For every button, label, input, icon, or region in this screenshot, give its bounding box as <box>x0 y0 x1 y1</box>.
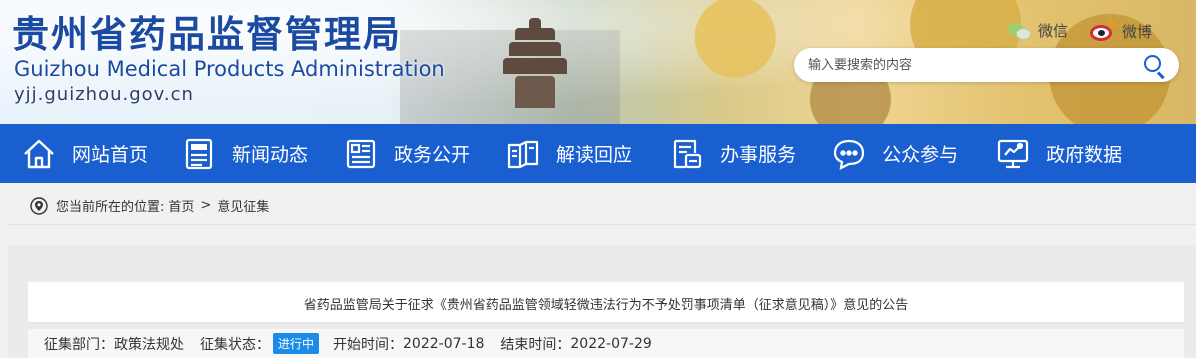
header-banner: 贵州省药品监督管理局 Guizhou Medical Products Admi… <box>0 0 1196 124</box>
start-label: 开始时间： <box>333 336 404 353</box>
main-nav: 网站首页 新闻动态 政务公开 解读回应 办事服务 公众参与 政府数据 <box>0 124 1196 183</box>
nav-label-home: 网站首页 <box>72 144 149 166</box>
nav-item-interpretation[interactable]: 解读回应 <box>506 124 632 183</box>
site-title-en: Guizhou Medical Products Administration <box>14 57 445 81</box>
book-icon <box>506 137 540 171</box>
location-pin-icon <box>30 196 48 215</box>
weibo-label: 微博 <box>1122 22 1153 41</box>
article-title: 省药品监管局关于征求《贵州省药品监管领域轻微违法行为不予处罚事项清单（征求意见稿… <box>303 298 909 313</box>
breadcrumb-bar: 您当前所在的位置: 首页 > 意见征集 <box>8 187 1196 225</box>
service-icon <box>670 137 704 171</box>
nav-item-participation[interactable]: 公众参与 <box>832 124 958 183</box>
breadcrumb-current-link[interactable]: 意见征集 <box>217 196 269 215</box>
content-area: 省药品监管局关于征求《贵州省药品监管领域轻微违法行为不予处罚事项清单（征求意见稿… <box>8 245 1196 358</box>
site-title-cn[interactable]: 贵州省药品监督管理局 <box>12 4 402 58</box>
document-icon <box>344 137 378 171</box>
wechat-icon <box>1008 21 1032 41</box>
nav-label-interpretation: 解读回应 <box>556 144 633 166</box>
nav-item-news[interactable]: 新闻动态 <box>182 124 308 183</box>
search-box <box>794 48 1179 82</box>
wechat-label: 微信 <box>1038 22 1069 40</box>
site-domain: yjj.guizhou.gov.cn <box>14 84 194 105</box>
end-value: 2022-07-29 <box>570 335 652 352</box>
weibo-icon <box>1090 20 1116 42</box>
nav-item-services[interactable]: 办事服务 <box>670 124 796 183</box>
status-label: 征集状态： <box>200 336 270 353</box>
breadcrumb-prefix: 您当前所在的位置: <box>56 200 165 215</box>
status-badge: 进行中 <box>273 333 320 354</box>
breadcrumb-home-link[interactable]: 首页 <box>168 196 194 215</box>
breadcrumb: 您当前所在的位置: 首页 > 意见征集 <box>30 196 269 215</box>
dept-value: 政策法规处 <box>114 336 184 353</box>
article-meta: 征集部门： 政策法规处 征集状态： 进行中 开始时间： 2022-07-18 结… <box>28 329 1184 358</box>
home-icon <box>22 137 56 171</box>
nav-label-gov-data: 政府数据 <box>1046 144 1123 166</box>
pagoda-illustration <box>500 18 570 108</box>
nav-item-home[interactable]: 网站首页 <box>22 124 148 183</box>
start-value: 2022-07-18 <box>403 335 485 352</box>
weibo-link[interactable]: 微博 <box>1090 20 1152 42</box>
news-icon <box>182 137 216 171</box>
nav-label-services: 办事服务 <box>720 144 797 166</box>
nav-label-participation: 公众参与 <box>882 144 959 166</box>
nav-item-gov-affairs[interactable]: 政务公开 <box>344 124 470 183</box>
nav-item-gov-data[interactable]: 政府数据 <box>996 124 1122 183</box>
dept-label: 征集部门： <box>44 336 114 353</box>
breadcrumb-separator: > <box>200 198 212 213</box>
nav-label-gov-affairs: 政务公开 <box>394 144 471 166</box>
search-button[interactable] <box>1143 54 1167 80</box>
data-icon <box>996 137 1030 171</box>
nav-label-news: 新闻动态 <box>232 144 309 166</box>
search-input[interactable] <box>808 48 1128 82</box>
end-label: 结束时间： <box>500 336 571 353</box>
wechat-link[interactable]: 微信 <box>1008 20 1068 41</box>
article-title-box: 省药品监管局关于征求《贵州省药品监管领域轻微违法行为不予处罚事项清单（征求意见稿… <box>28 282 1184 323</box>
chat-icon <box>832 137 866 171</box>
